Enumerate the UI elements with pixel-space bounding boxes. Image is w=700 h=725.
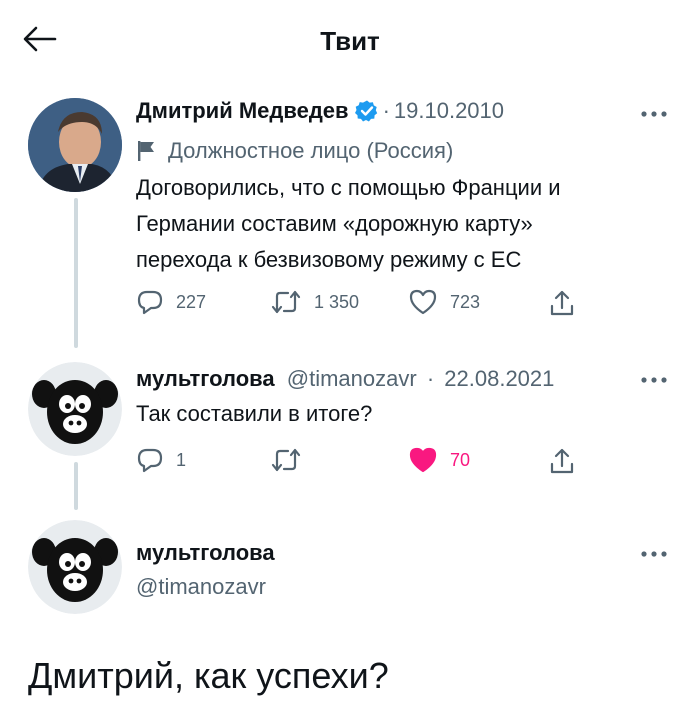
retweet-icon — [271, 448, 301, 472]
author-handle[interactable]: @timanozavr — [136, 574, 266, 600]
share-button[interactable] — [548, 288, 576, 318]
separator-dot: · — [426, 366, 435, 391]
like-button[interactable]: 70 — [408, 446, 470, 474]
more-button[interactable] — [636, 544, 672, 564]
like-button[interactable]: 723 — [408, 288, 480, 316]
page-title: Твит — [320, 26, 380, 56]
author-handle[interactable]: @timanozavr — [287, 366, 417, 391]
retweet-button[interactable]: 1 350 — [270, 288, 359, 316]
more-button[interactable] — [636, 104, 672, 124]
retweet-icon — [271, 290, 301, 314]
like-count: 70 — [450, 449, 471, 470]
affiliation-label: Должностное лицо (Россия) — [136, 138, 453, 164]
verified-badge-icon — [354, 100, 377, 122]
tweet-text: Договорились, что с помощью Франции и Ге… — [136, 170, 561, 278]
tweet-text-line: перехода к безвизовому режиму с ЕС — [136, 247, 522, 272]
more-dots-icon — [641, 551, 667, 557]
more-dots-icon — [641, 377, 667, 383]
more-dots-icon — [641, 111, 667, 117]
reply-button[interactable]: 227 — [136, 288, 206, 316]
retweet-count: 1 350 — [314, 291, 360, 312]
share-icon — [550, 448, 574, 474]
author-name[interactable]: мультголова — [136, 540, 275, 566]
tweet-actions: 1 70 — [136, 446, 596, 476]
tweet1-header: Дмитрий Медведев · 19.10.2010 — [136, 98, 504, 124]
tweet-actions: 227 1 350 723 — [136, 288, 596, 318]
tweet-date[interactable]: 22.08.2021 — [444, 366, 554, 391]
separator-dot: · — [382, 98, 390, 123]
flag-icon — [138, 141, 154, 161]
tweet-date[interactable]: 19.10.2010 — [394, 98, 504, 124]
reply-button[interactable]: 1 — [136, 446, 186, 474]
avatar[interactable] — [28, 520, 122, 614]
like-icon — [409, 447, 437, 473]
reply-icon — [137, 290, 163, 315]
author-name[interactable]: мультголова — [136, 366, 275, 391]
more-button[interactable] — [636, 370, 672, 390]
tweet-text: Так составили в итоге? — [136, 401, 373, 426]
thread-connector — [74, 198, 78, 348]
tweet2-header: мультголова @timanozavr · 22.08.2021 — [136, 366, 554, 392]
like-count: 723 — [450, 291, 481, 312]
top-bar: Твит — [0, 0, 700, 76]
tweet-text-line: Договорились, что с помощью Франции и — [136, 175, 561, 200]
affiliation-text: Должностное лицо (Россия) — [168, 138, 454, 163]
focused-tweet-text: Дмитрий, как успехи? — [28, 655, 389, 696]
reply-count: 227 — [176, 291, 207, 312]
thread-connector — [74, 462, 78, 510]
reply-icon — [137, 448, 163, 473]
avatar[interactable] — [28, 98, 122, 192]
share-button[interactable] — [548, 446, 576, 476]
tweet-text-line: Германии составим «дорожную карту» — [136, 211, 533, 236]
retweet-button[interactable] — [270, 446, 302, 474]
author-name[interactable]: Дмитрий Медведев — [136, 98, 349, 124]
reply-count: 1 — [176, 449, 187, 470]
like-icon — [409, 289, 437, 315]
share-icon — [550, 290, 574, 316]
avatar[interactable] — [28, 362, 122, 456]
